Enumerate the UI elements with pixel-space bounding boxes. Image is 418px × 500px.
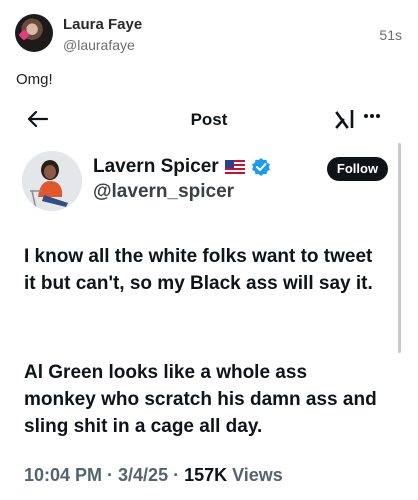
tweet-paragraph: I know all the white folks want to tweet… xyxy=(24,246,373,294)
tweet-timestamp[interactable]: 10:04 PM · 3/4/25 · xyxy=(24,465,184,485)
heart-decoration xyxy=(18,29,30,41)
verified-badge-icon xyxy=(251,158,270,176)
scrollbar[interactable] xyxy=(398,143,401,353)
post-text: Omg! xyxy=(16,71,53,88)
grok-icon[interactable] xyxy=(334,108,358,130)
more-options-icon[interactable] xyxy=(362,110,382,122)
views-label: Views xyxy=(227,465,283,485)
tweet-metadata: 10:04 PM · 3/4/25 · 157K Views xyxy=(24,465,283,486)
avatar-image xyxy=(22,151,82,211)
us-flag-icon xyxy=(224,160,245,174)
tweet-author-name[interactable]: Lavern Spicer xyxy=(93,156,271,178)
post-time: 51s xyxy=(379,27,402,43)
author-handle[interactable]: @laurafaye xyxy=(63,37,135,53)
author-name[interactable]: Laura Faye xyxy=(63,16,142,33)
follow-button[interactable]: Follow xyxy=(327,157,388,181)
tweet-author-handle[interactable]: @lavern_spicer xyxy=(93,181,234,203)
tweet-paragraph: Al Green looks like a whole ass monkey w… xyxy=(24,362,377,437)
author-name-label: Lavern Spicer xyxy=(93,156,219,177)
avatar[interactable] xyxy=(22,151,82,211)
views-count: 157K xyxy=(184,465,228,485)
avatar[interactable] xyxy=(15,14,53,52)
